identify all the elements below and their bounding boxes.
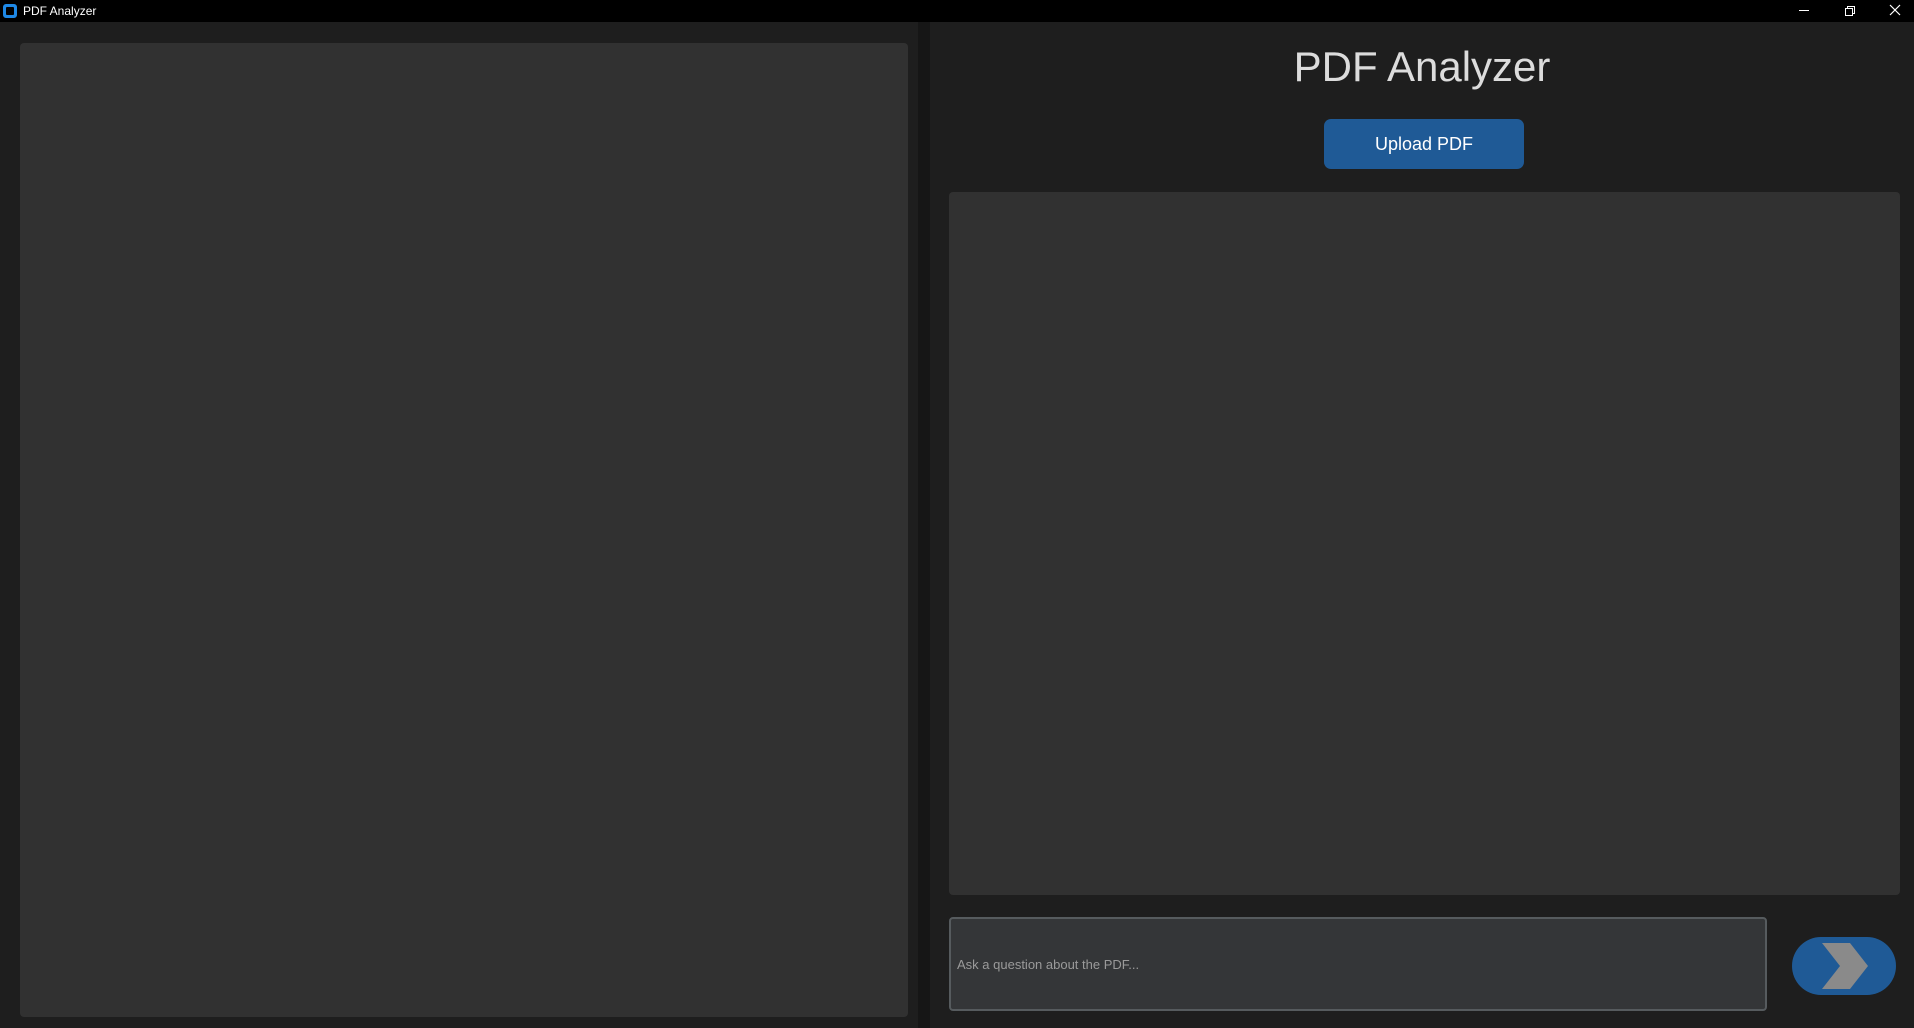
restore-icon [1845,6,1855,16]
question-input[interactable] [949,917,1767,1011]
minimize-icon [1799,10,1809,11]
restore-button[interactable] [1826,0,1872,22]
close-button[interactable] [1872,0,1914,22]
left-panel [0,22,918,1028]
window-title: PDF Analyzer [23,4,97,18]
panel-divider [918,22,930,1028]
app-icon [3,4,17,18]
send-button[interactable] [1792,937,1896,995]
pdf-viewer[interactable] [20,43,908,1017]
app-heading: PDF Analyzer [1293,43,1551,90]
upload-pdf-button[interactable]: Upload PDF [1324,119,1524,169]
chevron-right-icon [1822,943,1868,989]
minimize-button[interactable] [1781,0,1827,22]
title-bar: PDF Analyzer [0,0,1914,22]
close-icon [1889,4,1901,16]
right-panel: PDF Analyzer Upload PDF [930,22,1914,1028]
chat-area[interactable] [949,192,1900,895]
